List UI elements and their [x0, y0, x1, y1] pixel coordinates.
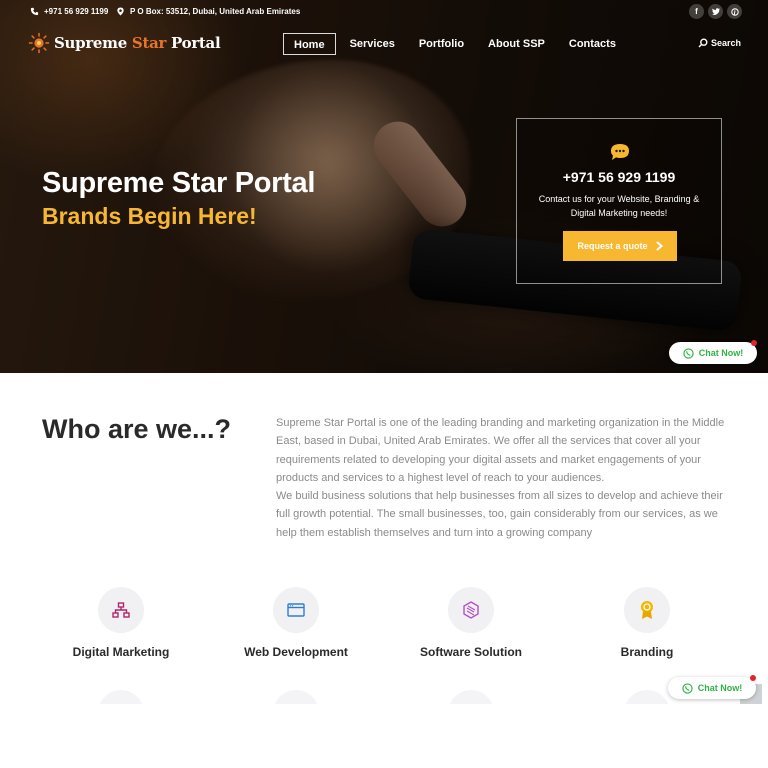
- nav-contacts[interactable]: Contacts: [559, 33, 626, 55]
- whatsapp-icon: [682, 682, 693, 694]
- request-quote-label: Request a quote: [577, 241, 648, 251]
- nav-about[interactable]: About SSP: [478, 33, 555, 55]
- service-icon-circle: [624, 587, 670, 633]
- search-label: Search: [710, 38, 741, 48]
- notification-dot: [751, 340, 757, 346]
- service-branding[interactable]: Branding: [567, 587, 727, 659]
- main-nav: Home Services Portfolio About SSP Contac…: [283, 33, 630, 55]
- top-bar: +971 56 929 1199 P O Box: 53512, Dubai, …: [0, 0, 768, 24]
- facebook-icon[interactable]: f: [689, 4, 704, 19]
- chat-bubble-icon: [611, 144, 629, 160]
- topbar-address: P O Box: 53512, Dubai, United Arab Emira…: [116, 7, 300, 16]
- contact-description: Contact us for your Website, Branding & …: [538, 194, 700, 218]
- chat-now-button[interactable]: Chat Now!: [668, 675, 756, 699]
- sun-logo-icon: [28, 32, 50, 54]
- contact-box: +971 56 929 1199 Contact us for your Web…: [516, 118, 722, 284]
- nav-portfolio[interactable]: Portfolio: [409, 33, 474, 55]
- service-label: Branding: [620, 645, 674, 659]
- service-icon-circle: [98, 587, 144, 633]
- chat-now-button[interactable]: Chat Now!: [669, 340, 757, 364]
- about-text: Supreme Star Portal is one of the leadin…: [276, 414, 732, 542]
- whatsapp-icon: [683, 347, 694, 359]
- service-web-development[interactable]: Web Development: [216, 587, 376, 659]
- about-paragraph-2: We build business solutions that help bu…: [276, 490, 723, 539]
- topbar-address-text: P O Box: 53512, Dubai, United Arab Emira…: [130, 7, 301, 16]
- hero-subtitle: Brands Begin Here!: [42, 203, 257, 229]
- brand-name: Supreme Star Portal: [54, 34, 221, 52]
- contact-phone[interactable]: +971 56 929 1199: [517, 169, 721, 185]
- request-quote-button[interactable]: Request a quote: [563, 231, 677, 261]
- about-title: Who are we...?: [42, 414, 232, 444]
- topbar-phone[interactable]: +971 56 929 1199: [30, 7, 108, 16]
- service-label: Software Solution: [420, 645, 522, 659]
- nav-home[interactable]: Home: [283, 33, 336, 55]
- search-button[interactable]: Search: [698, 38, 741, 48]
- service-software-solution[interactable]: Software Solution: [391, 587, 551, 659]
- service-icon-circle: [448, 587, 494, 633]
- service-icon-circle: [273, 587, 319, 633]
- hero-banner: +971 56 929 1199 P O Box: 53512, Dubai, …: [0, 0, 768, 373]
- about-paragraph-1: Supreme Star Portal is one of the leadin…: [276, 417, 725, 484]
- chat-now-label: Chat Now!: [697, 683, 743, 693]
- brand-logo[interactable]: Supreme Star Portal: [28, 32, 221, 54]
- cube-stack-icon: [463, 601, 479, 619]
- network-icon: [112, 602, 130, 618]
- chat-now-label: Chat Now!: [698, 348, 744, 358]
- social-links: f: [689, 4, 742, 19]
- service-label: Web Development: [244, 645, 348, 659]
- notification-dot: [750, 675, 756, 681]
- phone-icon: [30, 7, 39, 16]
- browser-window-icon: [287, 603, 305, 617]
- service-digital-marketing[interactable]: Digital Marketing: [41, 587, 201, 659]
- twitter-icon[interactable]: [708, 4, 723, 19]
- nav-services[interactable]: Services: [340, 33, 405, 55]
- location-pin-icon: [117, 7, 124, 16]
- hero-title: Supreme Star Portal: [42, 167, 316, 199]
- award-badge-icon: [641, 601, 653, 619]
- pinterest-icon[interactable]: [727, 4, 742, 19]
- chevron-right-icon: [655, 241, 663, 251]
- service-label: Digital Marketing: [72, 645, 170, 659]
- topbar-phone-text: +971 56 929 1199: [44, 7, 109, 16]
- search-icon: [698, 38, 708, 48]
